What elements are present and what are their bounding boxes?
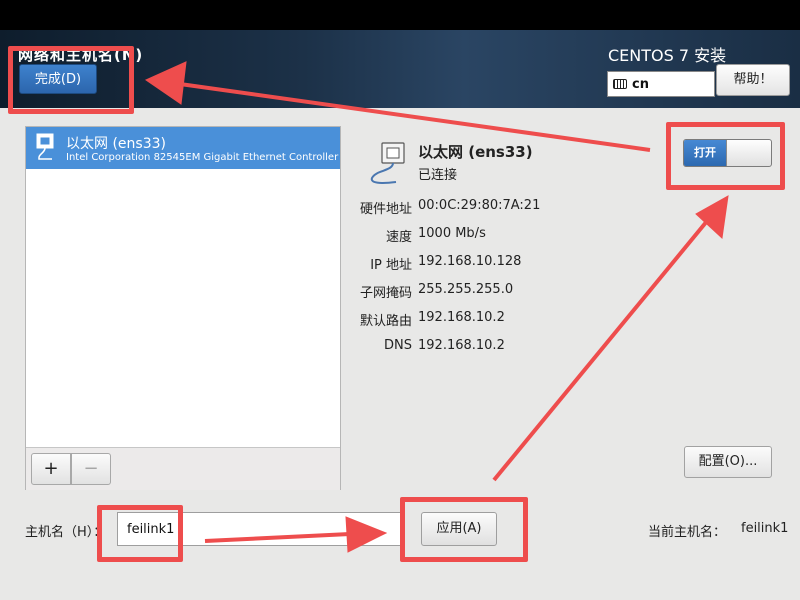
installer-window: 网络和主机名(N) 完成(D) CENTOS 7 安装 cn 帮助！ 以太网 (… (0, 0, 800, 600)
configure-button[interactable]: 配置(O)... (684, 446, 772, 478)
info-label: DNS (384, 338, 412, 353)
install-title: CENTOS 7 安装 (608, 46, 727, 65)
annotation-box-apply (400, 497, 528, 562)
info-label: 子网掩码 (359, 286, 412, 301)
info-value: 192.168.10.2 (418, 310, 505, 325)
ethernet-icon (370, 142, 405, 184)
add-device-button[interactable]: + (31, 453, 71, 485)
ethernet-icon (36, 133, 54, 160)
annotation-box-done (8, 46, 134, 114)
annotation-arrow (492, 213, 714, 482)
device-list-item-description: Intel Corporation 82545EM Gigabit Ethern… (66, 152, 340, 163)
info-label: 默认路由 (359, 314, 412, 329)
keyboard-layout-indicator[interactable]: cn (607, 71, 715, 97)
device-list-toolbar: + − (26, 447, 340, 490)
info-value: 255.255.255.0 (418, 282, 514, 297)
info-label: 硬件地址 (359, 202, 412, 217)
hostname-label: 主机名（H）： (25, 525, 107, 540)
info-value: 192.168.10.2 (418, 338, 505, 353)
annotation-arrowhead (695, 195, 729, 240)
info-value: 00:0C:29:80:7A:21 (418, 198, 541, 213)
device-list-item-name: 以太网 (ens33) (66, 136, 166, 152)
top-bar (0, 0, 800, 30)
info-label: 速度 (385, 230, 412, 245)
remove-device-button[interactable]: − (71, 453, 111, 485)
info-value: 192.168.10.128 (418, 254, 522, 269)
current-hostname-label: 当前主机名： (648, 525, 727, 540)
info-value: 1000 Mb/s (418, 226, 486, 241)
help-button[interactable]: 帮助！ (716, 64, 790, 96)
current-hostname-value: feilink1 (741, 521, 789, 536)
keyboard-icon (613, 79, 627, 89)
annotation-box-hostname (97, 505, 183, 562)
keyboard-layout-label: cn (632, 76, 649, 92)
device-list-item-ens33[interactable]: 以太网 (ens33) Intel Corporation 82545EM Gi… (26, 127, 340, 169)
device-status: 已连接 (418, 168, 458, 183)
device-name: 以太网 (ens33) (418, 143, 533, 161)
annotation-box-toggle (666, 122, 785, 190)
device-list: 以太网 (ens33) Intel Corporation 82545EM Gi… (25, 126, 341, 490)
info-label: IP 地址 (370, 258, 412, 273)
